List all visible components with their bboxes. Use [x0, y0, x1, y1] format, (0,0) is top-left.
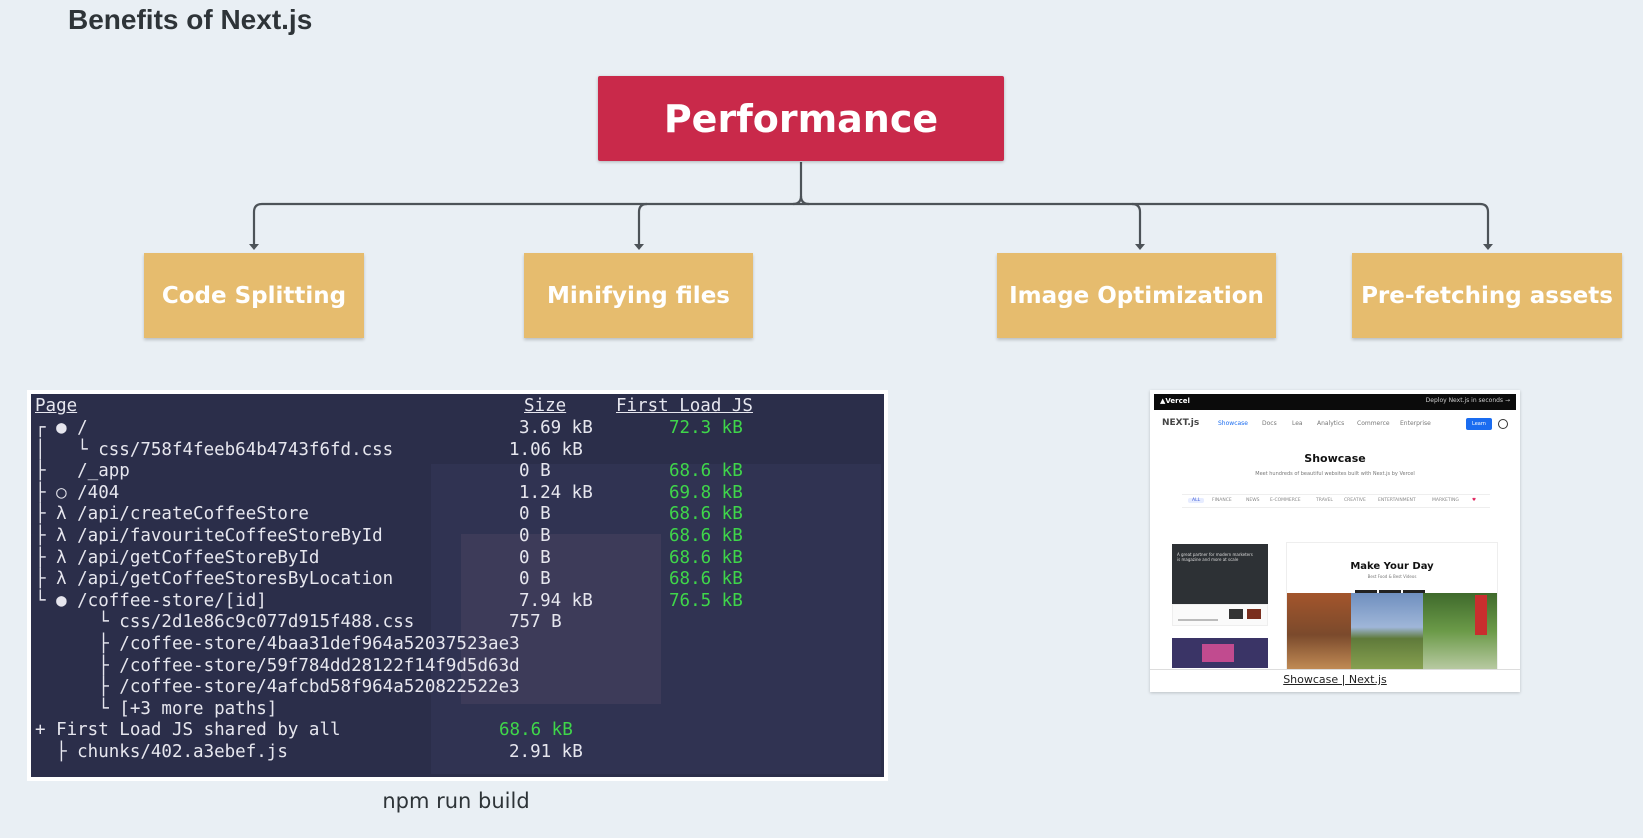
hero-photo-2: [1351, 593, 1423, 669]
terminal-row-size: 0 B: [519, 504, 551, 525]
nav-item-docs[interactable]: Docs: [1262, 420, 1277, 427]
header-page: Page: [35, 396, 78, 416]
minifying-files-node: Minifying files: [524, 253, 753, 338]
showcase-card-1-text: A great partner for modern marketers is …: [1177, 552, 1253, 562]
hero-store-buttons: [1355, 581, 1431, 596]
learn-button[interactable]: Learn: [1466, 418, 1492, 430]
image-optimization-node: Image Optimization: [997, 253, 1276, 338]
terminal-row-path: └ css/2d1e86c9c077d915f488.css: [35, 612, 415, 633]
code-splitting-node: Code Splitting: [144, 253, 364, 338]
showcase-filters: ALL FINANCE NEWS E-COMMERCE TRAVEL CREAT…: [1182, 494, 1490, 508]
filter-ecommerce[interactable]: E-COMMERCE: [1270, 498, 1301, 503]
filter-travel[interactable]: TRAVEL: [1316, 498, 1333, 503]
nav-item-commerce[interactable]: Commerce: [1357, 420, 1390, 427]
hero-title: Make Your Day: [1350, 561, 1434, 572]
terminal-body: Page Size First Load JS ┌ ● / 3.69 kB 72.3…: [31, 394, 884, 777]
terminal-row-path: ├ /coffee-store/4baa31def964a52037523ae3: [35, 634, 520, 654]
showcase-card-1-footer: [1172, 604, 1268, 626]
terminal-row-size: 757 B: [509, 612, 562, 633]
showcase-hero-card[interactable]: Make Your Day Best Food & Best Videos: [1286, 542, 1498, 670]
nav-item-learn[interactable]: Lea: [1292, 420, 1303, 427]
terminal-row-path: + First Load JS shared by all: [35, 720, 341, 741]
connector-prefetching: [1479, 202, 1490, 246]
connector-code-splitting: [252, 202, 263, 246]
terminal-row-first-load: 69.8 kB: [669, 482, 743, 503]
terminal-row-size: 0 B: [519, 547, 551, 568]
connector-root-left: [792, 195, 803, 206]
showcase-caption: Showcase | Next.js: [1150, 669, 1520, 690]
showcase-card-2[interactable]: [1172, 638, 1268, 668]
terminal-row-path: ├ λ /api/createCoffeeStore: [35, 504, 309, 525]
filter-news[interactable]: NEWS: [1246, 498, 1260, 503]
showcase-screenshot: ▲Vercel Deploy Next.js in seconds → NEXT…: [1150, 390, 1520, 692]
header-size: Size: [524, 396, 567, 416]
terminal-row-path: └ ● /coffee-store/[id]: [35, 590, 267, 611]
terminal-row-path: ├ chunks/402.a3ebef.js: [35, 742, 288, 762]
terminal-row-path: ┌ ● /: [35, 418, 88, 438]
filter-entertainment[interactable]: ENTERTAINMENT: [1378, 498, 1416, 503]
performance-node: Performance: [598, 76, 1004, 161]
terminal-row-first-load: 72.3 kB: [669, 418, 743, 438]
terminal-row-size: 1.06 kB: [509, 439, 583, 460]
filter-finance[interactable]: FINANCE: [1212, 498, 1232, 503]
prefetching-assets-node: Pre-fetching assets: [1352, 253, 1622, 338]
github-icon[interactable]: [1498, 419, 1508, 429]
showcase-subtitle: Meet hundreds of beautiful websites buil…: [1255, 471, 1415, 477]
build-output-terminal: Page Size First Load JS ┌ ● / 3.69 kB 72.3…: [27, 390, 888, 781]
showcase-nav: NEXT.js Showcase Docs Lea Analytics Comm…: [1162, 418, 1508, 432]
terminal-row-path: ├ /_app: [35, 461, 130, 482]
terminal-row-path: │ └ css/758f4feeb64b4743f6fd.css: [35, 439, 394, 460]
vercel-brand: ▲Vercel: [1160, 397, 1190, 405]
terminal-row-first-load: 68.6 kB: [669, 569, 743, 590]
nextjs-logo: NEXT.js: [1162, 418, 1200, 428]
terminal-row-path: ├ λ /api/favouriteCoffeeStoreById: [35, 526, 383, 546]
showcase-card-1[interactable]: A great partner for modern marketers is …: [1172, 544, 1268, 604]
hero-subtitle: Best Food & Best Videos: [1367, 574, 1417, 579]
terminal-row-size: 0 B: [519, 569, 551, 590]
filter-marketing[interactable]: MARKETING: [1432, 498, 1459, 503]
hero-flag: [1475, 595, 1487, 635]
filter-all[interactable]: ALL: [1188, 498, 1205, 503]
terminal-row-path: ├ λ /api/getCoffeeStoresByLocation: [35, 569, 394, 590]
showcase-caption-link[interactable]: Showcase | Next.js: [1283, 673, 1387, 686]
terminal-row-path: ├ /coffee-store/59f784dd28122f14f9d5d63d: [35, 655, 520, 676]
nav-item-analytics[interactable]: Analytics: [1317, 420, 1344, 427]
heart-icon[interactable]: ♥: [1472, 498, 1476, 503]
nav-item-showcase[interactable]: Showcase: [1218, 420, 1248, 427]
terminal-row-first-load: 68.6 kB: [669, 461, 743, 482]
terminal-row-size: 3.69 kB: [519, 418, 593, 438]
terminal-row-size: 1.24 kB: [519, 482, 593, 503]
terminal-row-path: └ [+3 more paths]: [35, 698, 278, 719]
connector-root: [799, 162, 810, 206]
terminal-row-size: 68.6 kB: [499, 720, 573, 741]
header-first-load: First Load JS: [616, 396, 753, 416]
nav-item-enterprise[interactable]: Enterprise: [1400, 420, 1431, 427]
showcase-title: Showcase: [1304, 452, 1366, 465]
terminal-row-path: ├ ○ /404: [35, 482, 120, 503]
terminal-row-size: 0 B: [519, 461, 551, 482]
terminal-row-size: 0 B: [519, 526, 551, 546]
terminal-row-size: 2.91 kB: [509, 742, 583, 762]
hero-photo-1: [1287, 593, 1351, 669]
terminal-row-path: ├ λ /api/getCoffeeStoreById: [35, 547, 320, 568]
filter-creative[interactable]: CREATIVE: [1344, 498, 1366, 503]
terminal-row-first-load: 68.6 kB: [669, 504, 743, 525]
deploy-banner: Deploy Next.js in seconds →: [1425, 397, 1510, 404]
connector-minifying: [637, 202, 648, 246]
showcase-topbar: ▲Vercel Deploy Next.js in seconds →: [1154, 394, 1516, 410]
terminal-row-first-load: 76.5 kB: [669, 590, 743, 611]
connector-image-optimization: [1131, 202, 1142, 246]
terminal-row-first-load: 68.6 kB: [669, 526, 743, 546]
terminal-row-size: 7.94 kB: [519, 590, 593, 611]
terminal-row-first-load: 68.6 kB: [669, 547, 743, 568]
terminal-caption: npm run build: [382, 789, 530, 813]
terminal-row-path: ├ /coffee-store/4afcbd58f964a520822522e3: [35, 677, 520, 698]
